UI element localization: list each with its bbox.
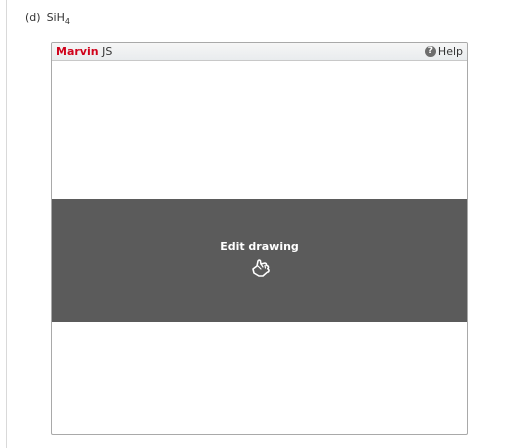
edit-drawing-button[interactable]: Edit drawing xyxy=(52,199,467,322)
help-label: Help xyxy=(437,45,463,58)
marvin-editor: Marvin JS ? Help Edit drawing xyxy=(51,42,468,435)
formula-main: SiH xyxy=(46,11,65,24)
pointing-hand-icon xyxy=(252,259,270,277)
marvin-header: Marvin JS ? Help xyxy=(52,43,467,61)
marvin-brand: Marvin JS xyxy=(56,44,112,59)
formula-subscript: 4 xyxy=(64,17,70,26)
question-label: (d) SiH4 xyxy=(25,11,70,26)
left-divider xyxy=(6,0,7,448)
help-icon: ? xyxy=(424,46,436,57)
brand-suffix: JS xyxy=(98,45,113,58)
page: (d) SiH4 Marvin JS ? Help Edit drawing xyxy=(0,0,525,448)
edit-drawing-label: Edit drawing xyxy=(220,240,299,253)
brand-name: Marvin xyxy=(56,45,99,58)
help-button[interactable]: ? Help xyxy=(424,44,463,59)
question-part: (d) xyxy=(25,11,41,24)
